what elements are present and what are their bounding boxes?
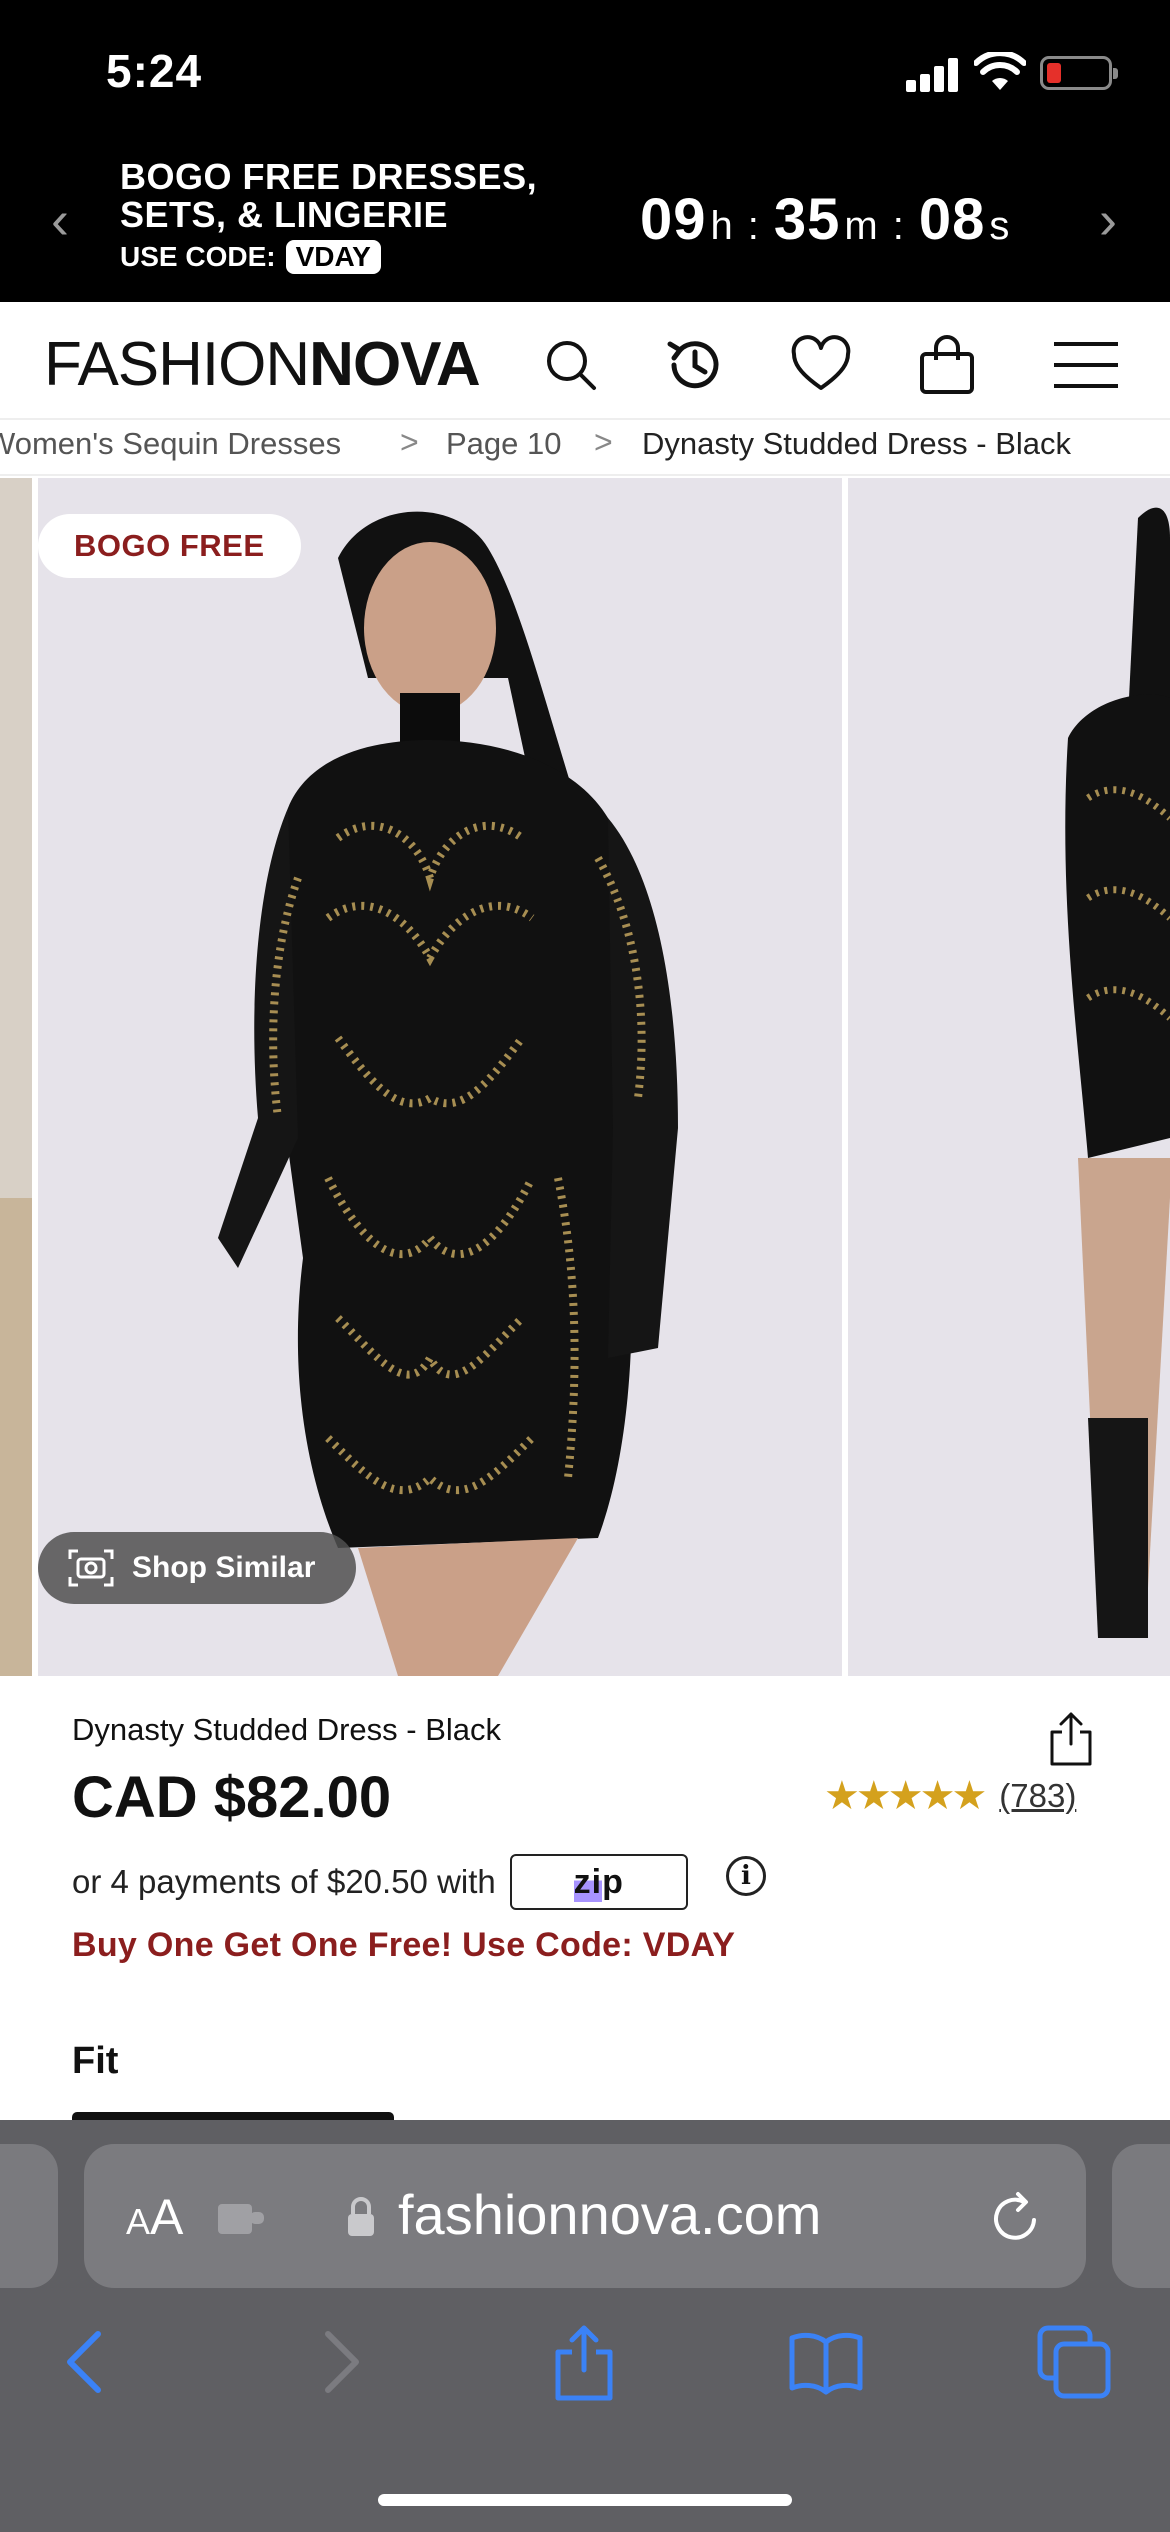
cellular-signal-icon bbox=[906, 58, 958, 92]
installments-row: or 4 payments of $20.50 with zi p bbox=[72, 1854, 688, 1910]
breadcrumb-item-category[interactable]: Women's Sequin Dresses bbox=[0, 426, 341, 462]
text-size-small: A bbox=[126, 2201, 151, 2242]
countdown-hours: 09 bbox=[640, 187, 707, 252]
gallery-image-previous[interactable] bbox=[0, 478, 32, 1676]
search-icon[interactable] bbox=[538, 332, 604, 398]
installments-text: or 4 payments of $20.50 with bbox=[72, 1863, 496, 1900]
product-name: Dynasty Studded Dress - Black bbox=[72, 1712, 502, 1747]
promo-prev-icon[interactable]: ‹ bbox=[40, 190, 80, 250]
status-time: 5:24 bbox=[106, 45, 203, 97]
countdown-minutes-unit: m bbox=[844, 204, 879, 248]
info-icon[interactable]: i bbox=[726, 1856, 766, 1896]
wifi-icon bbox=[974, 52, 1026, 90]
product-image-gallery[interactable]: BOGO FREE Shop Similar bbox=[0, 478, 1170, 1676]
previous-tab-preview[interactable] bbox=[0, 2144, 58, 2288]
text-size-large: A bbox=[150, 2189, 184, 2245]
next-tab-preview[interactable] bbox=[1112, 2144, 1170, 2288]
breadcrumb-separator-icon: > bbox=[400, 424, 419, 460]
promo-title: BOGO FREE DRESSES, SETS, & LINGERIE bbox=[120, 158, 537, 234]
bogo-promo-text: Buy One Get One Free! Use Code: VDAY bbox=[72, 1926, 736, 1964]
shop-similar-button[interactable]: Shop Similar bbox=[38, 1532, 356, 1604]
gallery-image-next[interactable] bbox=[848, 478, 1170, 1676]
fit-heading: Fit bbox=[72, 2040, 119, 2082]
rating-count[interactable]: (783) bbox=[999, 1777, 1076, 1815]
logo-bold: NOVA bbox=[309, 330, 481, 399]
lock-icon bbox=[348, 2197, 374, 2236]
countdown-hours-unit: h bbox=[710, 204, 734, 248]
promo-title-line2: SETS, & LINGERIE bbox=[120, 194, 449, 235]
product-rating[interactable]: ★★★★★ (783) bbox=[824, 1776, 1076, 1816]
wishlist-heart-icon[interactable] bbox=[788, 332, 854, 398]
countdown-separator: : bbox=[892, 204, 905, 248]
promo-next-icon[interactable]: › bbox=[1088, 190, 1128, 250]
shopping-bag-icon[interactable] bbox=[914, 332, 980, 398]
logo-thin: FASHION bbox=[44, 330, 310, 399]
breadcrumb-item-current: Dynasty Studded Dress - Black bbox=[642, 426, 1072, 461]
promo-code-badge: VDAY bbox=[285, 240, 381, 274]
next-image-art bbox=[848, 478, 1170, 1676]
rating-stars-icon: ★★★★★ bbox=[824, 1774, 987, 1818]
back-icon[interactable] bbox=[46, 2322, 126, 2402]
share-icon[interactable] bbox=[1048, 1710, 1094, 1766]
url-text: fashionnova.com bbox=[398, 2183, 822, 2246]
breadcrumb: Women's Sequin Dresses > Page 10 > Dynas… bbox=[0, 420, 1170, 476]
tabs-icon[interactable] bbox=[1034, 2322, 1114, 2402]
battery-icon bbox=[1040, 56, 1118, 90]
promo-banner[interactable]: ‹ BOGO FREE DRESSES, SETS, & LINGERIE US… bbox=[0, 150, 1170, 302]
gallery-image-main[interactable]: BOGO FREE Shop Similar bbox=[38, 478, 842, 1676]
bogo-free-badge: BOGO FREE bbox=[38, 514, 301, 578]
home-indicator[interactable] bbox=[378, 2494, 792, 2506]
hamburger-menu-icon[interactable] bbox=[1050, 332, 1122, 398]
forward-icon[interactable] bbox=[300, 2322, 380, 2402]
bookmarks-icon[interactable] bbox=[786, 2322, 866, 2402]
previous-image-art bbox=[0, 478, 32, 1676]
product-photo-model bbox=[38, 478, 842, 1676]
shop-similar-label: Shop Similar bbox=[132, 1551, 316, 1584]
site-header: FASHIONNOVA bbox=[0, 302, 1170, 420]
product-price: CAD $82.00 bbox=[72, 1765, 392, 1830]
countdown-minutes: 35 bbox=[773, 187, 841, 252]
countdown-seconds: 08 bbox=[918, 187, 986, 252]
countdown-seconds-unit: s bbox=[989, 204, 1011, 248]
zip-logo-text-b: p bbox=[602, 1862, 624, 1901]
zip-logo[interactable]: zi p bbox=[509, 1854, 688, 1910]
share-sheet-icon[interactable] bbox=[544, 2322, 624, 2402]
promo-title-line1: BOGO FREE DRESSES, bbox=[120, 156, 538, 197]
camera-icon bbox=[68, 1549, 114, 1587]
promo-code-label: USE CODE: bbox=[120, 241, 276, 272]
history-icon[interactable] bbox=[662, 332, 728, 398]
breadcrumb-separator-icon: > bbox=[594, 424, 613, 460]
countdown-separator: : bbox=[747, 204, 760, 248]
reload-icon[interactable] bbox=[988, 2190, 1044, 2246]
zip-logo-text-a: zi bbox=[573, 1862, 603, 1902]
text-size-button[interactable]: AA bbox=[126, 2188, 183, 2246]
promo-code: USE CODE: VDAY bbox=[120, 240, 381, 274]
status-bar: 5:24 bbox=[0, 0, 1170, 150]
fashion-nova-logo[interactable]: FASHIONNOVA bbox=[44, 334, 481, 396]
address-bar[interactable]: AA fashionnova.com bbox=[84, 2144, 1086, 2288]
countdown-timer: 09 h : 35 m : 08 s bbox=[640, 186, 1010, 253]
extension-puzzle-icon[interactable] bbox=[216, 2198, 268, 2238]
breadcrumb-item-page[interactable]: Page 10 bbox=[446, 426, 562, 462]
